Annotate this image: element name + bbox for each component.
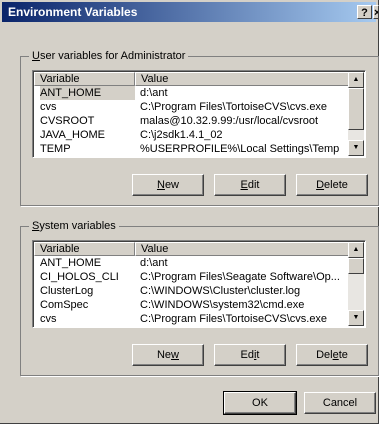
close-icon: × xyxy=(374,7,378,18)
variable-name: ANT_HOME xyxy=(40,86,135,100)
arrow-down-icon: ▼ xyxy=(352,314,360,321)
variable-value: C:\Program Files\TortoiseCVS\cvs.exe xyxy=(140,101,328,113)
system-edit-button[interactable]: Edit xyxy=(214,344,286,366)
variable-name: TEMP xyxy=(40,143,71,155)
help-icon: ? xyxy=(361,7,368,19)
list-item[interactable]: cvs C:\Program Files\TortoiseCVS\cvs.exe xyxy=(34,100,350,114)
list-item[interactable]: CI_HOLOS_CLI C:\Program Files\Seagate So… xyxy=(34,270,350,284)
user-edit-button[interactable]: Edit xyxy=(214,174,286,196)
variable-name: CVSROOT xyxy=(40,115,95,127)
scroll-thumb[interactable] xyxy=(348,258,364,274)
variable-name: ComSpec xyxy=(40,299,89,311)
user-list-scrollbar[interactable]: ▲ ▼ xyxy=(348,72,364,156)
arrow-up-icon: ▲ xyxy=(352,246,360,253)
ok-button[interactable]: OK xyxy=(223,391,297,415)
variable-value: malas@10.32.9.99:/usr/local/cvsroot xyxy=(140,115,319,127)
user-variables-group: User variables for Administrator Variabl… xyxy=(20,49,379,206)
list-item[interactable]: ANT_HOME d:\ant xyxy=(34,256,350,270)
cancel-button[interactable]: Cancel xyxy=(304,392,376,414)
arrow-down-icon: ▼ xyxy=(352,144,360,151)
user-new-button[interactable]: New xyxy=(132,174,204,196)
user-list-body: ANT_HOME d:\ant cvs C:\Program Files\Tor… xyxy=(34,86,350,156)
system-variables-group: System variables Variable Value ANT_HOME… xyxy=(20,219,379,376)
system-new-button[interactable]: New xyxy=(132,344,204,366)
variable-name: cvs xyxy=(40,101,57,113)
close-button[interactable]: × xyxy=(373,5,379,19)
scroll-up-button[interactable]: ▲ xyxy=(348,72,364,88)
arrow-up-icon: ▲ xyxy=(352,76,360,83)
variable-value: %USERPROFILE%\Local Settings\Temp xyxy=(140,143,340,155)
system-delete-button[interactable]: Delete xyxy=(296,344,368,366)
scroll-thumb[interactable] xyxy=(348,88,364,130)
variable-name: cvs xyxy=(40,313,57,325)
system-variables-legend: System variables xyxy=(29,219,119,233)
dialog-title: Environment Variables xyxy=(8,5,138,19)
scroll-down-button[interactable]: ▼ xyxy=(348,140,364,156)
column-header-value[interactable]: Value xyxy=(135,242,350,256)
variable-value: C:\WINDOWS\system32\cmd.exe xyxy=(140,299,305,311)
list-item[interactable]: ClusterLog C:\WINDOWS\Cluster\cluster.lo… xyxy=(34,284,350,298)
system-list-scrollbar[interactable]: ▲ ▼ xyxy=(348,242,364,326)
system-list-body: ANT_HOME d:\ant CI_HOLOS_CLI C:\Program … xyxy=(34,256,350,326)
variable-value: C:\Program Files\TortoiseCVS\cvs.exe xyxy=(140,313,328,325)
variable-name: ANT_HOME xyxy=(40,257,102,269)
user-delete-button[interactable]: Delete xyxy=(296,174,368,196)
title-bar[interactable]: Environment Variables ? × xyxy=(2,2,379,22)
help-button[interactable]: ? xyxy=(357,5,372,19)
user-variables-legend: User variables for Administrator xyxy=(29,49,189,63)
scroll-up-button[interactable]: ▲ xyxy=(348,242,364,258)
column-header-variable[interactable]: Variable xyxy=(34,242,135,256)
column-header-variable[interactable]: Variable xyxy=(34,72,135,86)
variable-name: JAVA_HOME xyxy=(40,129,105,141)
list-item[interactable]: ComSpec C:\WINDOWS\system32\cmd.exe xyxy=(34,298,350,312)
column-header-value[interactable]: Value xyxy=(135,72,350,86)
variable-name: ClusterLog xyxy=(40,285,94,297)
system-list-header: Variable Value xyxy=(34,242,350,256)
list-item[interactable]: cvs C:\Program Files\TortoiseCVS\cvs.exe xyxy=(34,312,350,326)
user-list-header: Variable Value xyxy=(34,72,350,86)
list-item[interactable]: JAVA_HOME C:\j2sdk1.4.1_02 xyxy=(34,128,350,142)
environment-variables-dialog: Environment Variables ? × User variables… xyxy=(0,0,379,424)
list-item[interactable]: CVSROOT malas@10.32.9.99:/usr/local/cvsr… xyxy=(34,114,350,128)
variable-value: C:\WINDOWS\Cluster\cluster.log xyxy=(140,285,301,297)
variable-name: CI_HOLOS_CLI xyxy=(40,271,119,283)
variable-value: C:\j2sdk1.4.1_02 xyxy=(140,129,223,141)
system-variables-list[interactable]: Variable Value ANT_HOME d:\ant CI_HOLOS_… xyxy=(32,240,366,328)
variable-value: d:\ant xyxy=(140,87,168,99)
variable-value: d:\ant xyxy=(140,257,168,269)
variable-value: C:\Program Files\Seagate Software\Op... xyxy=(140,271,340,283)
list-item[interactable]: ANT_HOME d:\ant xyxy=(34,86,350,100)
list-item[interactable]: TEMP %USERPROFILE%\Local Settings\Temp xyxy=(34,142,350,156)
scroll-down-button[interactable]: ▼ xyxy=(348,310,364,326)
user-variables-list[interactable]: Variable Value ANT_HOME d:\ant cvs C:\Pr… xyxy=(32,70,366,158)
